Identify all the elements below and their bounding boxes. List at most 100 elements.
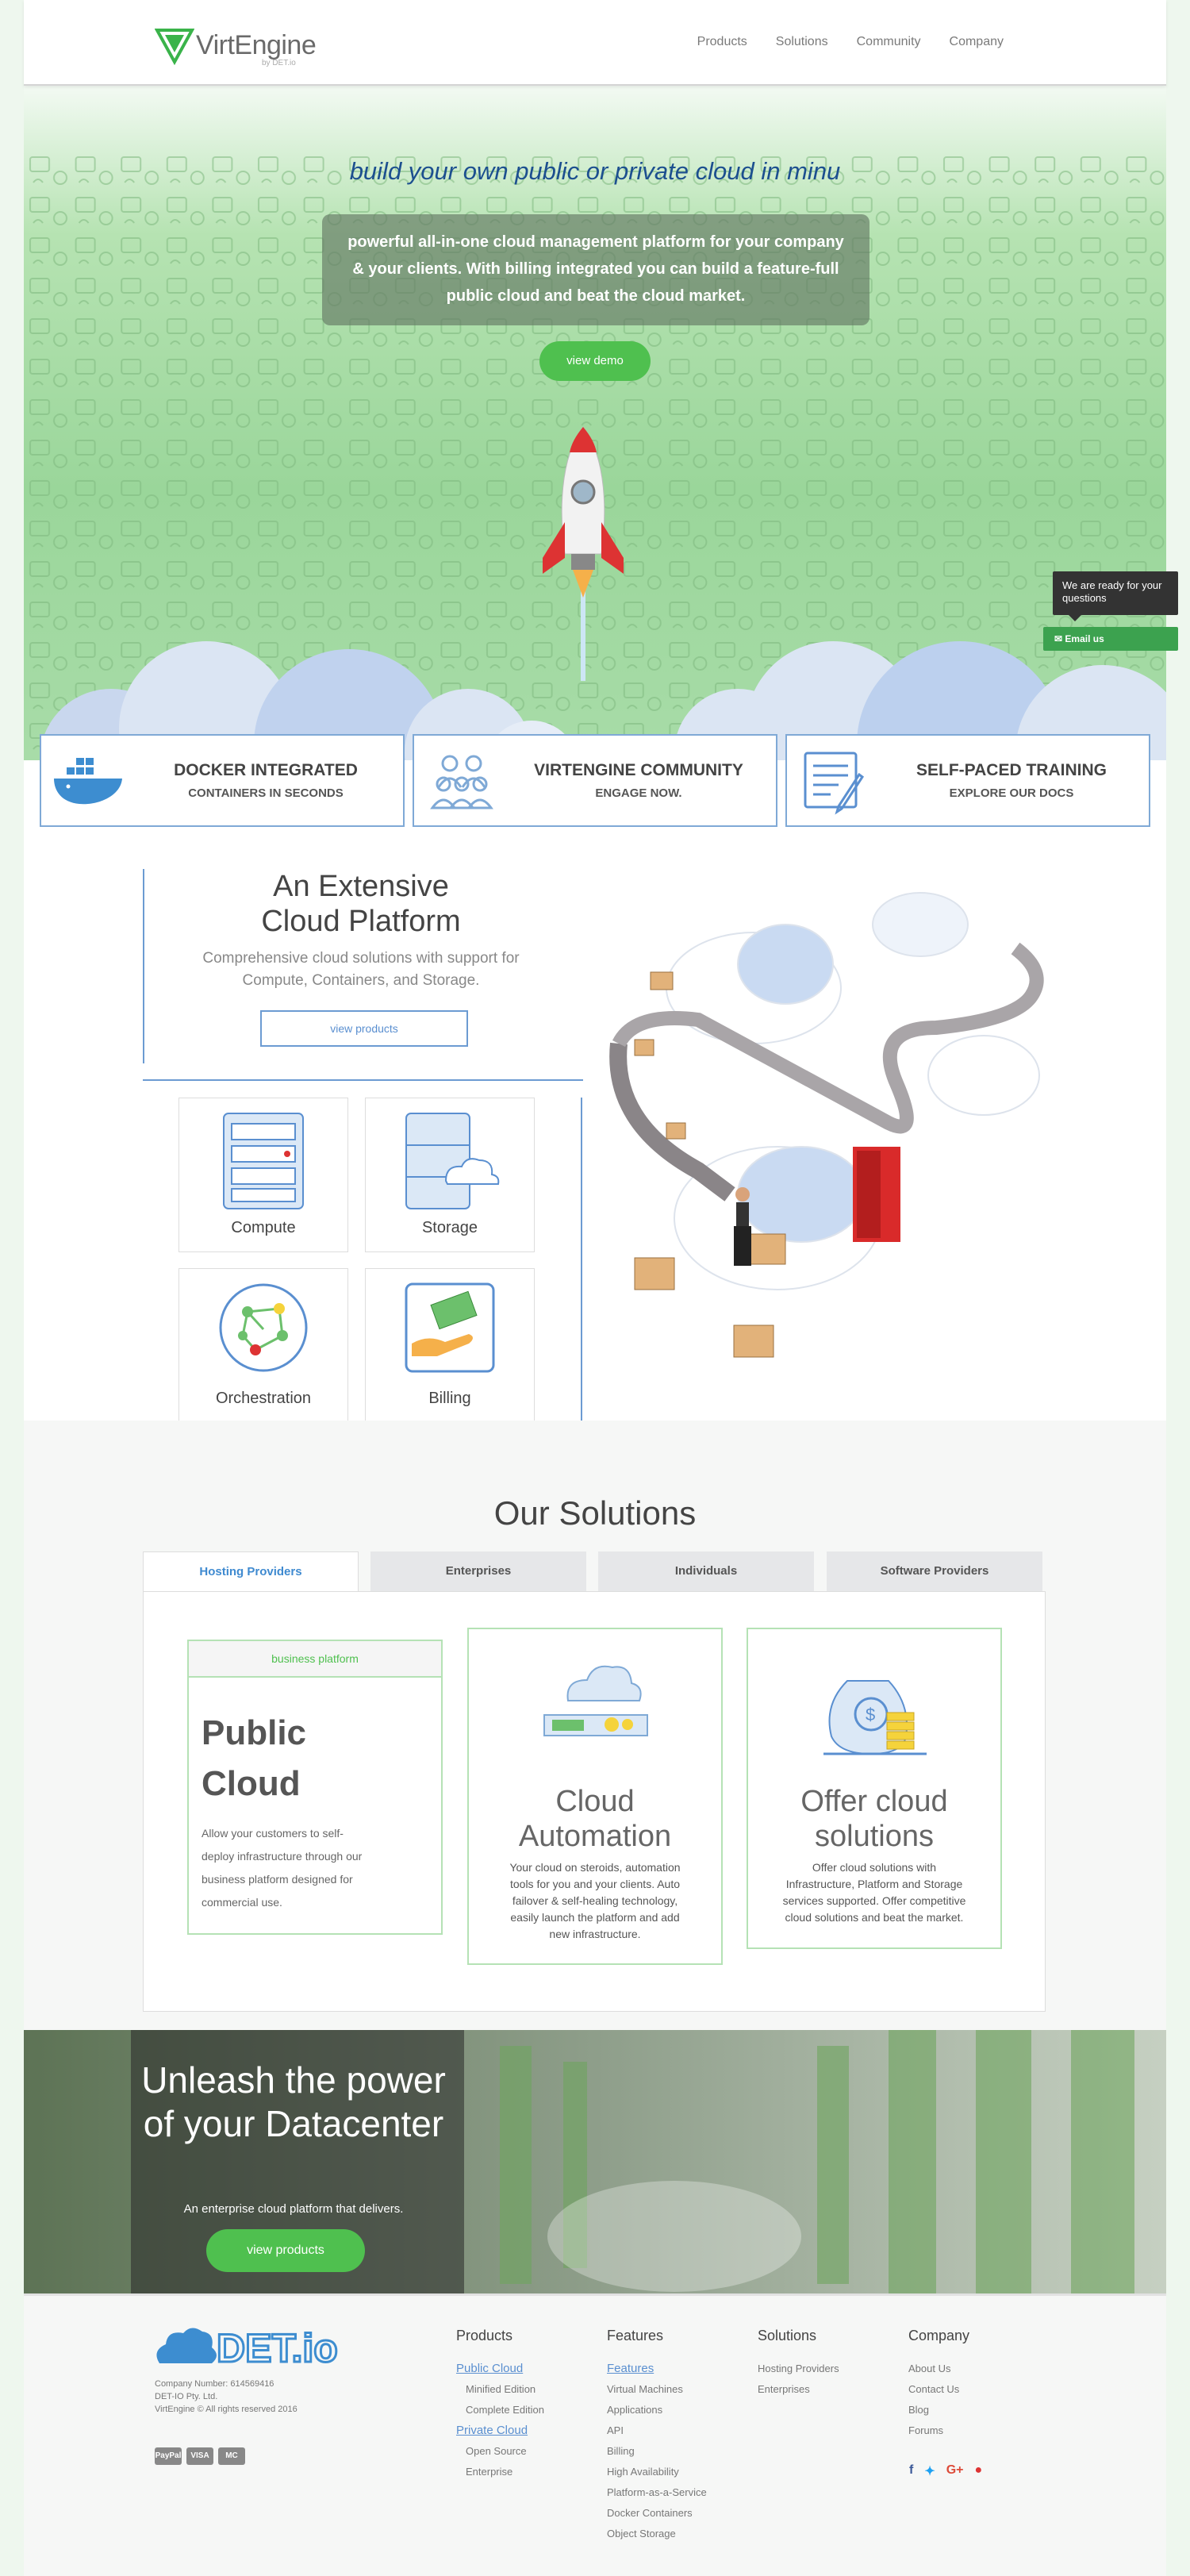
footer-link[interactable]: Applications [607, 2400, 707, 2420]
nav-products[interactable]: Products [697, 35, 747, 49]
google-plus-icon[interactable]: G+ [946, 2463, 964, 2479]
nav-community[interactable]: Community [857, 35, 921, 49]
platform-title: An Extensive Cloud Platform [143, 869, 579, 939]
footer-link[interactable]: Minified Edition [456, 2379, 544, 2400]
footer-link[interactable]: Billing [607, 2441, 707, 2462]
nav-solutions[interactable]: Solutions [776, 35, 828, 49]
footer-link[interactable]: Docker Containers [607, 2503, 707, 2524]
chat-popup: We are ready for your questions [1053, 571, 1178, 621]
paypal-icon: PayPal [155, 2447, 182, 2465]
card-body: Allow your customers to self-deploy infr… [202, 1827, 363, 1909]
people-icon [414, 745, 509, 817]
hero-section: build your own public or private cloud i… [24, 86, 1166, 760]
footer-link[interactable]: Object Storage [607, 2524, 707, 2544]
card-title-line1: Cloud [555, 1785, 635, 1818]
virtengine-logo-icon [155, 29, 194, 65]
brand-tagline: by DET.io [262, 59, 296, 67]
brand-name: VirtEngine [196, 29, 317, 60]
footer-link[interactable]: Forums [908, 2420, 969, 2441]
view-demo-button[interactable]: view demo [539, 341, 651, 381]
footer-heading: Products [456, 2328, 513, 2343]
hero-description: powerful all-in-one cloud management pla… [322, 214, 869, 325]
product-label: Billing [428, 1390, 471, 1407]
social-links: f ✦ G+ ● [909, 2463, 982, 2479]
footer-col-products: Products Public Cloud Minified Edition C… [456, 2328, 544, 2482]
feature-docker[interactable]: DOCKER INTEGRATED CONTAINERS IN SECONDS [40, 734, 405, 827]
feature-training[interactable]: SELF-PACED TRAINING EXPLORE OUR DOCS [785, 734, 1150, 827]
twitter-icon[interactable]: ✦ [924, 2463, 935, 2479]
product-label: Compute [231, 1219, 296, 1236]
hero-title: build your own public or private cloud i… [349, 157, 841, 185]
card-title: Offer cloud solutions [748, 1784, 1000, 1854]
divider [581, 1098, 582, 1423]
solutions-title: Our Solutions [493, 1494, 697, 1532]
tab-enterprises[interactable]: Enterprises [370, 1551, 586, 1591]
card-title: Public Cloud [202, 1708, 306, 1809]
footer-heading: Features [607, 2328, 664, 2343]
main-nav: Products Solutions Community Company [697, 35, 1004, 49]
footer-col-solutions: Solutions Hosting Providers Enterprises [758, 2328, 839, 2400]
money-bag-icon: $ [823, 1680, 927, 1755]
card-title: Cloud Automation [469, 1784, 721, 1854]
footer-link[interactable]: Public Cloud [456, 2359, 544, 2379]
footer-link[interactable]: About Us [908, 2359, 969, 2379]
footer-col-company: Company About Us Contact Us Blog Forums [908, 2328, 969, 2441]
storage-cloud-icon [405, 1113, 500, 1209]
divider [143, 1079, 583, 1081]
datacenter-view-products-button[interactable]: view products [206, 2229, 365, 2272]
footer-link[interactable]: Enterprises [758, 2379, 839, 2400]
card-title-line2: solutions [815, 1820, 934, 1853]
product-orchestration[interactable]: Orchestration [178, 1268, 348, 1423]
footer-link[interactable]: API [607, 2420, 707, 2441]
tab-individuals[interactable]: Individuals [598, 1551, 814, 1591]
tab-software-providers[interactable]: Software Providers [827, 1551, 1042, 1591]
server-rack-icon [223, 1113, 304, 1209]
product-compute[interactable]: Compute [178, 1098, 348, 1252]
footer-link[interactable]: Contact Us [908, 2379, 969, 2400]
footer-link[interactable]: Open Source [456, 2441, 544, 2462]
product-billing[interactable]: Billing [365, 1268, 535, 1423]
card-title-line2: Cloud [202, 1764, 301, 1803]
feature-title: SELF-PACED TRAINING [916, 761, 1107, 779]
mail-icon: ✉ [1054, 633, 1065, 644]
footer-link[interactable]: High Availability [607, 2462, 707, 2482]
github-icon[interactable]: ● [975, 2463, 983, 2479]
platform-title-line1: An Extensive [273, 870, 449, 903]
document-pen-icon [787, 745, 882, 817]
det-io-logo-text: DET.io [217, 2326, 338, 2370]
mastercard-icon: MC [218, 2447, 245, 2465]
brand-logo[interactable]: VirtEngine by DET.io [155, 25, 317, 67]
product-label: Orchestration [215, 1390, 312, 1407]
card-body: Offer cloud solutions with Infrastructur… [782, 1861, 966, 1924]
card-cloud-automation[interactable]: Cloud Automation Your cloud on steroids,… [467, 1628, 723, 1965]
facebook-icon[interactable]: f [909, 2463, 913, 2479]
tab-hosting-providers[interactable]: Hosting Providers [143, 1551, 359, 1593]
card-public-cloud[interactable]: business platform Public Cloud Allow you… [187, 1640, 443, 1935]
card-title-line1: Offer cloud [800, 1785, 948, 1818]
network-graph-icon [219, 1283, 308, 1372]
footer-link[interactable]: Enterprise [456, 2462, 544, 2482]
view-products-button[interactable]: view products [260, 1010, 468, 1047]
card-tag: business platform [189, 1641, 441, 1678]
footer-link[interactable]: Features [607, 2359, 707, 2379]
feature-title: DOCKER INTEGRATED [174, 761, 358, 779]
company-name: DET-IO Pty. Ltd. [155, 2392, 218, 2401]
email-us-button[interactable]: ✉ Email us [1043, 627, 1178, 651]
site-header: VirtEngine by DET.io Products Solutions … [24, 0, 1166, 86]
feature-community[interactable]: VIRTENGINE COMMUNITY ENGAGE NOW. [413, 734, 777, 827]
card-offer-cloud[interactable]: $ Offer cloud solutions Offer cloud solu… [747, 1628, 1002, 1949]
company-info: Company Number: 614569416 DET-IO Pty. Lt… [155, 2378, 298, 2416]
footer-link[interactable]: Hosting Providers [758, 2359, 839, 2379]
footer-link[interactable]: Blog [908, 2400, 969, 2420]
footer-heading: Solutions [758, 2328, 817, 2343]
footer-link[interactable]: Complete Edition [456, 2400, 544, 2420]
footer-link[interactable]: Platform-as-a-Service [607, 2482, 707, 2503]
footer-col-features: Features Features Virtual Machines Appli… [607, 2328, 707, 2544]
footer-link[interactable]: Private Cloud [456, 2420, 544, 2441]
product-label: Storage [421, 1219, 478, 1236]
footer-link[interactable]: Virtual Machines [607, 2379, 707, 2400]
product-storage[interactable]: Storage [365, 1098, 535, 1252]
det-io-logo[interactable]: DET.io [153, 2325, 375, 2374]
page: VirtEngine by DET.io Products Solutions … [24, 0, 1178, 2576]
nav-company[interactable]: Company [950, 35, 1004, 49]
